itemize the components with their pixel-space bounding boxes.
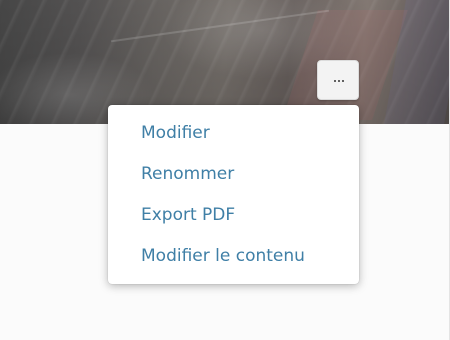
cover-image-detail <box>384 0 449 124</box>
menu-item-export-pdf[interactable]: Export PDF <box>108 196 359 234</box>
menu-item-modifier[interactable]: Modifier <box>108 114 359 152</box>
cover-image-detail <box>110 9 330 43</box>
more-options-button[interactable] <box>317 60 359 100</box>
menu-item-modifier-le-contenu[interactable]: Modifier le contenu <box>108 237 359 275</box>
menu-item-renommer[interactable]: Renommer <box>108 155 359 193</box>
context-menu: Modifier Renommer Export PDF Modifier le… <box>108 105 359 284</box>
card: Modifier Renommer Export PDF Modifier le… <box>0 0 450 340</box>
more-horizontal-icon <box>334 80 344 83</box>
